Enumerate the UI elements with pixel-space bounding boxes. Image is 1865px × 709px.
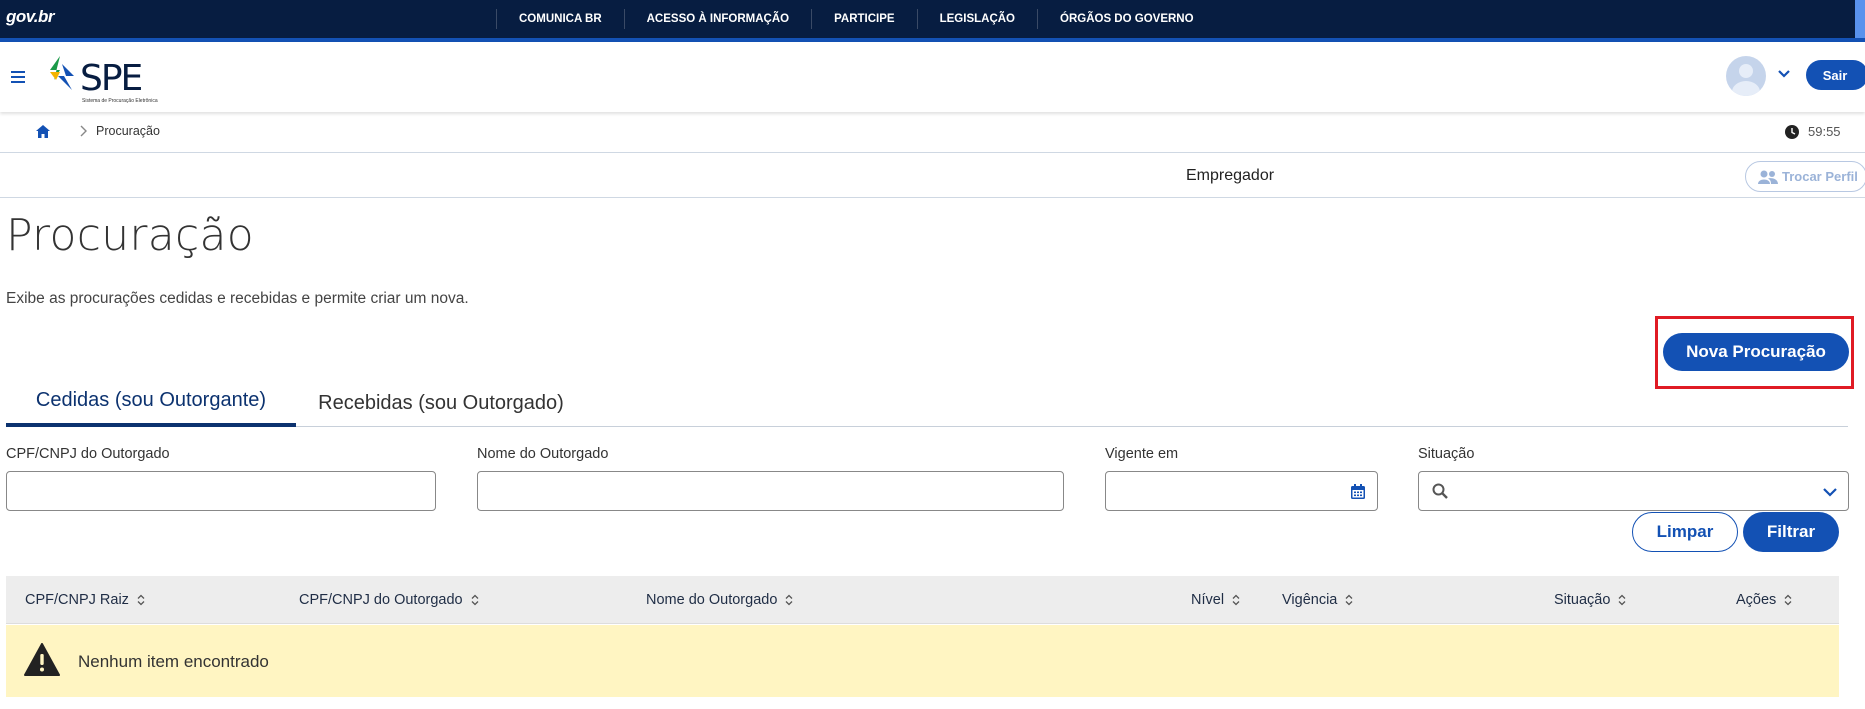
spe-logo[interactable]: SPE Sistema de Procuração Eletrônica	[46, 52, 176, 104]
clear-button[interactable]: Limpar	[1632, 512, 1738, 552]
sort-icon[interactable]	[1232, 594, 1240, 606]
gov-link-legislacao[interactable]: LEGISLAÇÃO	[916, 9, 1037, 29]
sort-icon[interactable]	[471, 594, 479, 606]
spe-logo-subtitle: Sistema de Procuração Eletrônica	[82, 98, 158, 104]
column-header-acoes[interactable]: Ações	[1736, 576, 1792, 624]
app-header: SPE Sistema de Procuração Eletrônica Sai…	[0, 42, 1865, 112]
logout-button[interactable]: Sair	[1806, 60, 1865, 90]
avatar[interactable]	[1726, 56, 1766, 96]
column-label: CPF/CNPJ Raiz	[25, 592, 129, 608]
column-label: Ações	[1736, 592, 1777, 608]
switch-profile-label: Trocar Perfil	[1782, 169, 1858, 184]
chevron-down-icon[interactable]	[1776, 66, 1792, 82]
filter-button[interactable]: Filtrar	[1743, 512, 1839, 552]
breadcrumb-current: Procuração	[96, 124, 160, 138]
vigente-date-input[interactable]	[1105, 471, 1378, 511]
search-icon	[1432, 483, 1448, 499]
page-title: Procuração	[6, 210, 255, 261]
cpf-filter-label: CPF/CNPJ do Outorgado	[6, 446, 170, 462]
breadcrumb: Procuração 59:55	[0, 112, 1865, 152]
sort-icon[interactable]	[785, 594, 793, 606]
tabs: Cedidas (sou Outorgante) Recebidas (sou …	[6, 380, 1848, 427]
empty-state-row: Nenhum item encontrado	[6, 625, 1839, 697]
gov-link-comunica[interactable]: COMUNICA BR	[496, 9, 624, 29]
situacao-filter-label: Situação	[1418, 446, 1475, 462]
column-label: Situação	[1554, 592, 1611, 608]
column-header-cpf-outorgado[interactable]: CPF/CNPJ do Outorgado	[299, 576, 479, 624]
chevron-down-icon[interactable]	[1822, 484, 1838, 500]
column-label: Nível	[1191, 592, 1225, 608]
column-header-nivel[interactable]: Nível	[1191, 576, 1240, 624]
gov-logo[interactable]: gov.br	[6, 7, 55, 27]
home-icon[interactable]	[36, 125, 50, 138]
column-header-nome[interactable]: Nome do Outorgado	[646, 576, 793, 624]
spe-logo-mark-icon	[50, 56, 74, 90]
sort-icon[interactable]	[137, 594, 145, 606]
sort-icon[interactable]	[1784, 594, 1792, 606]
gov-top-bar: gov.br COMUNICA BR ACESSO À INFORMAÇÃO P…	[0, 0, 1865, 38]
tab-cedidas[interactable]: Cedidas (sou Outorgante)	[6, 380, 296, 427]
table-header: CPF/CNPJ Raiz CPF/CNPJ do Outorgado Nome…	[6, 576, 1839, 624]
warning-icon	[24, 643, 60, 676]
gov-link-acesso[interactable]: ACESSO À INFORMAÇÃO	[623, 9, 811, 29]
accessibility-tab[interactable]	[1855, 0, 1865, 38]
clock-icon	[1785, 125, 1799, 139]
vigente-filter-label: Vigente em	[1105, 446, 1179, 462]
divider	[0, 197, 1865, 198]
sort-icon[interactable]	[1345, 594, 1353, 606]
profile-label: Empregador	[1186, 167, 1275, 184]
column-label: Nome do Outorgado	[646, 592, 778, 608]
tab-recebidas[interactable]: Recebidas (sou Outorgado)	[296, 380, 586, 427]
gov-links: COMUNICA BR ACESSO À INFORMAÇÃO PARTICIP…	[496, 0, 1216, 38]
session-timer: 59:55	[1808, 124, 1841, 139]
situacao-select[interactable]	[1418, 471, 1849, 511]
users-icon	[1758, 170, 1778, 184]
column-label: CPF/CNPJ do Outorgado	[299, 592, 463, 608]
empty-state-message: Nenhum item encontrado	[78, 652, 269, 671]
menu-icon[interactable]	[11, 71, 25, 83]
column-header-cpf-raiz[interactable]: CPF/CNPJ Raiz	[25, 576, 145, 624]
switch-profile-button[interactable]: Trocar Perfil	[1745, 161, 1865, 192]
divider	[0, 152, 1865, 153]
gov-link-participe[interactable]: PARTICIPE	[811, 9, 917, 29]
column-label: Vigência	[1282, 592, 1338, 608]
calendar-icon[interactable]	[1351, 484, 1365, 499]
spe-logo-text: SPE	[80, 58, 143, 99]
nome-filter-label: Nome do Outorgado	[477, 446, 609, 462]
chevron-right-icon	[80, 125, 87, 137]
page-description: Exibe as procurações cedidas e recebidas…	[6, 290, 469, 307]
column-header-vigencia[interactable]: Vigência	[1282, 576, 1353, 624]
sort-icon[interactable]	[1618, 594, 1626, 606]
nome-filter-input[interactable]	[477, 471, 1064, 511]
gov-link-orgaos[interactable]: ÓRGÃOS DO GOVERNO	[1037, 9, 1216, 29]
cpf-filter-input[interactable]	[6, 471, 436, 511]
column-header-situacao[interactable]: Situação	[1554, 576, 1626, 624]
new-procuracao-button[interactable]: Nova Procuração	[1663, 333, 1849, 371]
